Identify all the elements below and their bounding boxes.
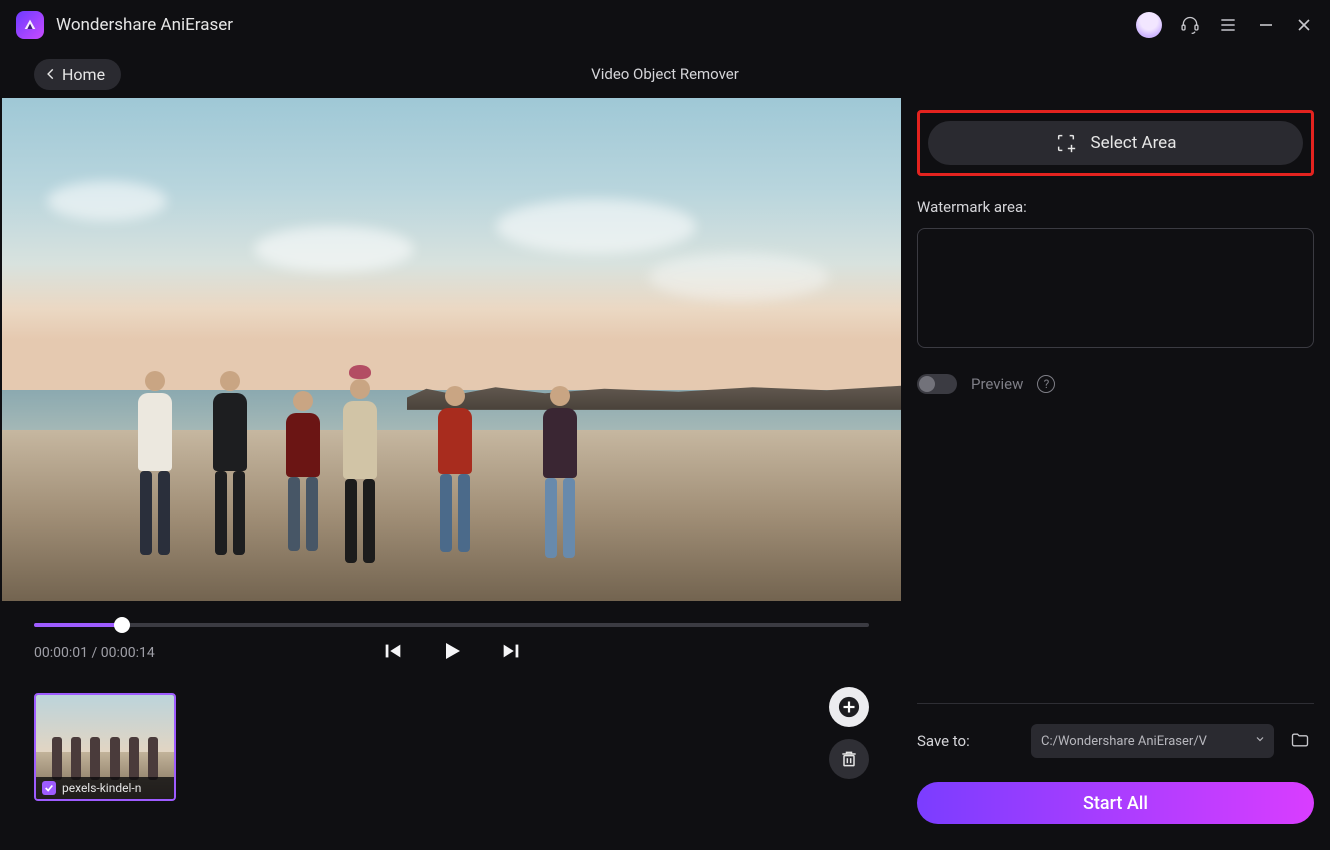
support-headset-icon[interactable] bbox=[1180, 15, 1200, 35]
watermark-area-label: Watermark area: bbox=[917, 198, 1314, 216]
chevron-down-icon bbox=[1254, 733, 1266, 749]
right-pane: Select Area Watermark area: Preview ? Sa… bbox=[903, 98, 1330, 850]
clip-filename: pexels-kindel-n bbox=[62, 781, 141, 795]
watermark-area-box[interactable] bbox=[917, 228, 1314, 348]
clip-label: pexels-kindel-n bbox=[36, 777, 174, 799]
preview-help-icon[interactable]: ? bbox=[1037, 375, 1055, 393]
timeline-slider[interactable] bbox=[0, 601, 903, 627]
window-close-icon[interactable] bbox=[1294, 15, 1314, 35]
save-path-value: C:/Wondershare AniEraser/V bbox=[1041, 734, 1207, 749]
chevron-left-icon bbox=[44, 67, 58, 81]
time-display: 00:00:01 / 00:00:14 bbox=[34, 645, 155, 661]
playback-controls-row: 00:00:01 / 00:00:14 bbox=[0, 627, 903, 661]
window-minimize-icon[interactable] bbox=[1256, 15, 1276, 35]
title-bar: Wondershare AniEraser bbox=[0, 0, 1330, 50]
video-preview[interactable] bbox=[2, 98, 901, 601]
select-area-button[interactable]: Select Area bbox=[928, 121, 1303, 165]
clip-thumbnail[interactable]: pexels-kindel-n bbox=[34, 693, 176, 801]
app-name: Wondershare AniEraser bbox=[56, 15, 233, 35]
folder-icon bbox=[1288, 730, 1312, 750]
content-area: 00:00:01 / 00:00:14 bbox=[0, 98, 1330, 850]
clip-thumbnail-row: pexels-kindel-n bbox=[0, 661, 903, 801]
delete-clip-button[interactable] bbox=[829, 739, 869, 779]
clip-checkbox[interactable] bbox=[42, 781, 56, 795]
preview-toggle[interactable] bbox=[917, 374, 957, 394]
plus-icon bbox=[838, 696, 860, 718]
sub-header: Home Video Object Remover bbox=[0, 50, 1330, 98]
title-left: Wondershare AniEraser bbox=[16, 11, 233, 39]
select-area-highlight: Select Area bbox=[917, 110, 1314, 176]
left-pane: 00:00:01 / 00:00:14 bbox=[0, 98, 903, 850]
save-path-select[interactable]: C:/Wondershare AniEraser/V bbox=[1031, 724, 1274, 758]
preview-label: Preview bbox=[971, 375, 1023, 393]
home-button-label: Home bbox=[62, 65, 105, 84]
page-title: Video Object Remover bbox=[591, 65, 739, 83]
add-clip-button[interactable] bbox=[829, 687, 869, 727]
start-all-button[interactable]: Start All bbox=[917, 782, 1314, 824]
select-area-icon bbox=[1055, 132, 1077, 154]
home-button[interactable]: Home bbox=[34, 59, 121, 90]
start-all-label: Start All bbox=[1083, 793, 1148, 814]
save-to-label: Save to: bbox=[917, 732, 1017, 750]
hamburger-menu-icon[interactable] bbox=[1218, 15, 1238, 35]
user-avatar[interactable] bbox=[1136, 12, 1162, 38]
trash-icon bbox=[839, 749, 859, 769]
clip-action-buttons bbox=[829, 687, 869, 779]
divider bbox=[917, 703, 1314, 704]
preview-toggle-row: Preview ? bbox=[917, 374, 1314, 394]
open-folder-button[interactable] bbox=[1288, 730, 1314, 752]
select-area-label: Select Area bbox=[1091, 133, 1177, 153]
title-right bbox=[1136, 12, 1314, 38]
save-to-row: Save to: C:/Wondershare AniEraser/V bbox=[917, 724, 1314, 758]
app-logo-icon bbox=[16, 11, 44, 39]
